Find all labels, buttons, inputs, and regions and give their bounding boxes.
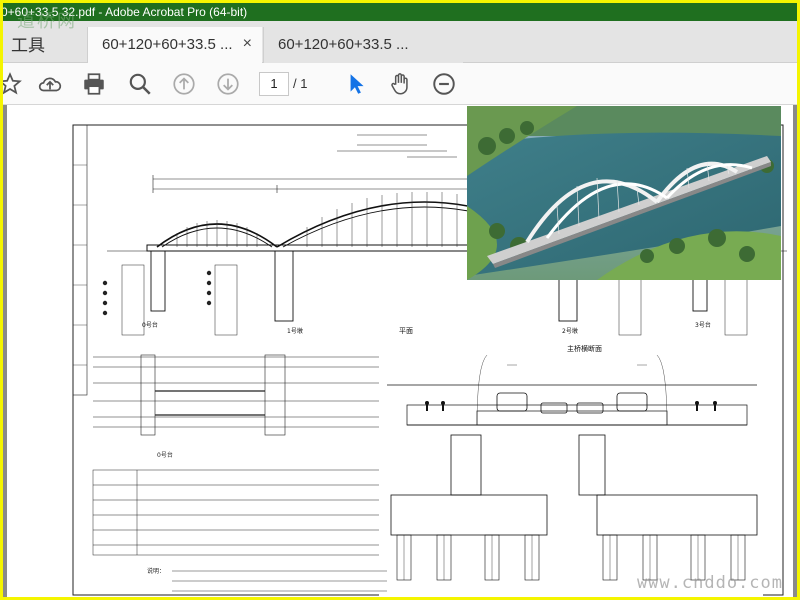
print-icon[interactable]	[81, 71, 107, 97]
watermark-logo: 道桥网	[17, 11, 77, 32]
star-icon[interactable]	[3, 71, 23, 97]
pdf-page: 1号墩 2号墩 0号台 3号台 平面 0号台 主桥横断面 说明：	[7, 105, 793, 597]
tab-label: 60+120+60+33.5 ...	[102, 36, 233, 53]
zoom-out-icon[interactable]	[431, 71, 457, 97]
page-total: / 1	[293, 76, 308, 91]
watermark-url: www.cnddo.com	[636, 573, 783, 593]
next-page-icon[interactable]	[215, 71, 241, 97]
svg-text:2号墩: 2号墩	[562, 327, 578, 335]
select-arrow-icon[interactable]	[343, 71, 369, 97]
bridge-rendering-image	[467, 106, 781, 280]
svg-text:0号台: 0号台	[142, 321, 158, 329]
tab-label: 60+120+60+33.5 ...	[278, 36, 409, 53]
tab-tools[interactable]: 工具	[11, 31, 45, 56]
upload-icon[interactable]	[37, 71, 63, 97]
page-number-input[interactable]: 1	[259, 72, 289, 96]
tab-document-2[interactable]: 60+120+60+33.5 ...	[263, 27, 463, 63]
document-viewport[interactable]: 1号墩 2号墩 0号台 3号台 平面 0号台 主桥横断面 说明：	[3, 105, 797, 597]
zoom-icon[interactable]	[127, 71, 153, 97]
tab-document-1[interactable]: 60+120+60+33.5 ... ×	[87, 27, 262, 63]
svg-text:3号台: 3号台	[695, 321, 711, 329]
section-label: 主桥横断面	[567, 344, 602, 353]
svg-text:1号墩: 1号墩	[287, 327, 303, 335]
plan-label: 平面	[399, 327, 413, 335]
app-window: 0+60+33.5 32.pdf - Adobe Acrobat Pro (64…	[3, 3, 797, 597]
hand-icon[interactable]	[387, 71, 413, 97]
title-bar: 0+60+33.5 32.pdf - Adobe Acrobat Pro (64…	[3, 3, 797, 21]
tab-bar: 工具 60+120+60+33.5 ... × 60+120+60+33.5 .…	[3, 21, 797, 63]
toolbar: 1 / 1	[3, 63, 797, 105]
prev-page-icon[interactable]	[171, 71, 197, 97]
notes-prefix: 说明：	[147, 567, 165, 575]
svg-text:0号台: 0号台	[157, 451, 173, 459]
close-icon[interactable]: ×	[243, 35, 252, 53]
